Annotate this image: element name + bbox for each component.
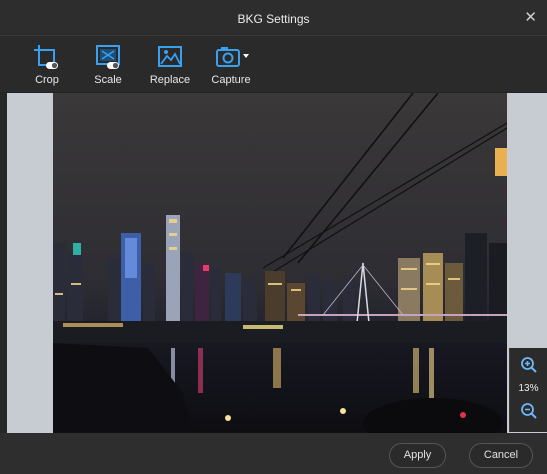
cancel-button[interactable]: Cancel bbox=[469, 443, 533, 468]
zoom-out-icon[interactable] bbox=[520, 402, 538, 420]
close-icon[interactable]: ✕ bbox=[524, 9, 537, 25]
dialog-footer: Apply Cancel bbox=[0, 433, 547, 474]
replace-button[interactable]: Replace bbox=[142, 44, 198, 88]
zoom-level: 13% bbox=[518, 383, 539, 394]
scale-label: Scale bbox=[94, 74, 122, 86]
night-cityscape-image bbox=[53, 93, 507, 433]
canvas-margin-left bbox=[7, 93, 53, 433]
replace-label: Replace bbox=[149, 74, 191, 86]
background-image[interactable] bbox=[53, 93, 507, 433]
title-bar: BKG Settings ✕ bbox=[0, 0, 547, 36]
preview-canvas: 13% bbox=[0, 93, 547, 433]
crop-button[interactable]: Crop bbox=[19, 44, 75, 88]
camera-icon bbox=[216, 47, 249, 67]
zoom-in-icon[interactable] bbox=[520, 356, 538, 374]
scale-icon bbox=[96, 45, 120, 69]
crop-icon bbox=[34, 45, 58, 69]
apply-button[interactable]: Apply bbox=[389, 443, 446, 468]
chevron-down-icon bbox=[243, 54, 249, 58]
window-title: BKG Settings bbox=[237, 12, 310, 26]
zoom-control: 13% bbox=[509, 348, 547, 432]
scale-button[interactable]: Scale bbox=[80, 44, 136, 88]
toolbar: Crop Scale Replace Capture bbox=[0, 36, 547, 93]
capture-button[interactable]: Capture bbox=[203, 44, 259, 88]
crop-label: Crop bbox=[35, 74, 59, 86]
replace-image-icon bbox=[158, 46, 182, 67]
capture-label: Capture bbox=[211, 74, 251, 86]
